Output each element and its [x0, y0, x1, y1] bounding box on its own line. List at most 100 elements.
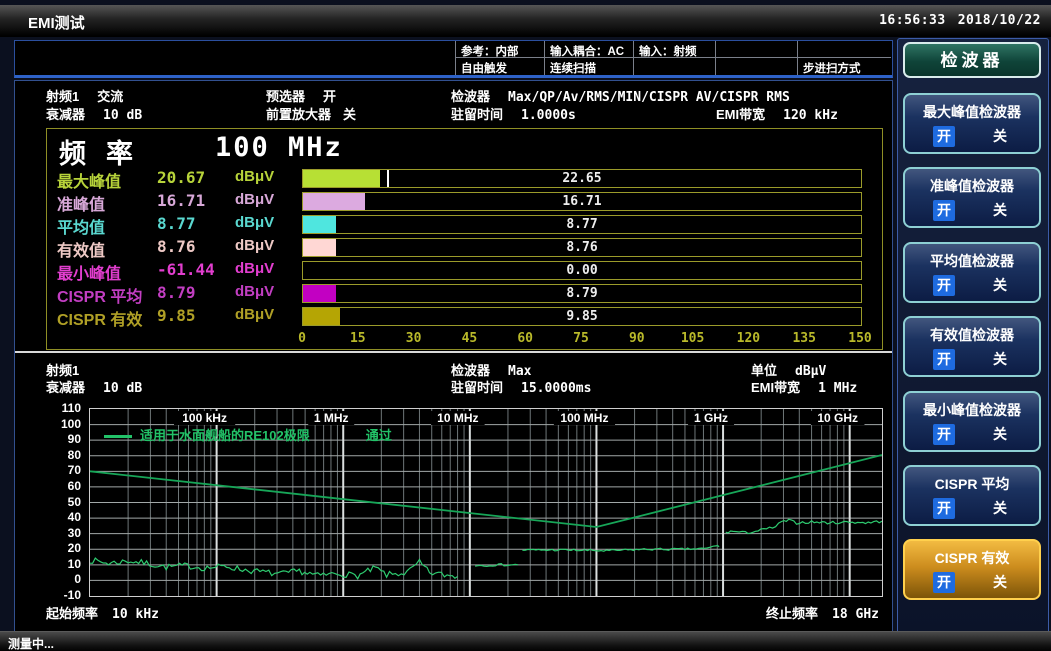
- toggle-off[interactable]: 关: [993, 498, 1007, 518]
- detector-row-label: 最大峰值: [57, 168, 121, 192]
- detector-row-label: 有效值: [57, 237, 105, 261]
- status-bar: 测量中...: [0, 631, 1051, 651]
- y-axis-tick: 80: [17, 448, 81, 462]
- detector-key-cispr-rms[interactable]: CISPR 有效开 关: [903, 539, 1041, 600]
- upper-emi-bw-param: EMI带宽120 kHz: [716, 104, 838, 123]
- detector-key-label: 准峰值检波器: [905, 176, 1039, 196]
- decade-label: 1 MHz: [314, 411, 349, 425]
- toggle-on[interactable]: 开: [933, 572, 955, 593]
- detector-row-label: 准峰值: [57, 191, 105, 215]
- y-axis-tick: 20: [17, 541, 81, 555]
- detector-key-average[interactable]: 平均值检波器开关: [903, 242, 1041, 303]
- y-axis-tick: 100: [17, 417, 81, 431]
- detector-row-value: 8.79: [157, 283, 196, 302]
- y-axis-tick: 10: [17, 557, 81, 571]
- limit-legend: 适用于水面舰船的RE102极限 通过: [104, 425, 392, 444]
- header-cell-1-0: 自由触发: [455, 58, 544, 75]
- detector-bar: 8.77: [302, 215, 862, 234]
- y-axis-tick: 0: [17, 572, 81, 586]
- toggle-off[interactable]: 关: [993, 200, 1007, 220]
- bar-axis-tick: 105: [673, 331, 713, 346]
- upper-rf-param: 射频1交流: [46, 86, 123, 105]
- detector-bar-text: 8.79: [303, 286, 861, 301]
- header-cell-0-1: 输入耦合：AC: [544, 41, 633, 58]
- detector-key-cispr-average[interactable]: CISPR 平均开关: [903, 465, 1041, 526]
- emi-test-screen: EMI测试 16:56:33 2018/10/22 参考：内部输入耦合：AC输入：…: [0, 0, 1051, 651]
- upper-detector-param: 检波器Max/QP/Av/RMS/MIN/CISPR AV/CISPR RMS: [451, 86, 790, 105]
- time: 16:56:33: [879, 13, 946, 28]
- toggle-off[interactable]: 关: [993, 275, 1007, 295]
- y-axis-tick: 50: [17, 495, 81, 509]
- detector-key-quasi-peak[interactable]: 准峰值检波器开 关: [903, 167, 1041, 228]
- toggle-on[interactable]: 开: [933, 424, 955, 445]
- y-axis-tick: -10: [17, 588, 81, 602]
- toggle-on[interactable]: 开: [933, 349, 955, 370]
- decade-label: 100 kHz: [182, 411, 227, 425]
- detector-bar-text: 22.65: [303, 171, 861, 186]
- detector-row-unit: dBμV: [235, 168, 274, 185]
- decade-label: 100 MHz: [560, 411, 608, 425]
- detector-key-rms[interactable]: 有效值检波器开关: [903, 316, 1041, 377]
- header-cell-1-1: 连续扫描: [544, 58, 633, 75]
- decade-label: 1 GHz: [694, 411, 728, 425]
- lower-dwell-param: 驻留时间15.0000ms: [451, 377, 591, 396]
- detector-key-label: 最小峰值检波器: [905, 400, 1039, 420]
- detector-bar: 22.65: [302, 169, 862, 188]
- y-axis-tick: 110: [17, 401, 81, 415]
- detector-row-value: -61.44: [157, 260, 215, 279]
- detector-bar-text: 16.71: [303, 194, 861, 209]
- toggle-on[interactable]: 开: [933, 126, 955, 147]
- toggle-off[interactable]: 关: [993, 572, 1007, 592]
- bar-axis-tick: 30: [394, 331, 434, 346]
- detector-key-min-peak[interactable]: 最小峰值检波器开 关: [903, 391, 1041, 452]
- toggle-off[interactable]: 关: [993, 424, 1007, 444]
- y-axis-tick: 60: [17, 479, 81, 493]
- bar-axis-tick: 15: [338, 331, 378, 346]
- detector-row-label: CISPR 有效: [57, 306, 142, 330]
- toggle-off[interactable]: 关: [993, 126, 1007, 146]
- limit-line: [90, 455, 882, 527]
- upper-preselector-param: 预选器开: [266, 86, 336, 105]
- toggle-on[interactable]: 开: [933, 200, 955, 221]
- y-axis-tick: 70: [17, 463, 81, 477]
- header-table: 参考：内部输入耦合：AC输入：射频自由触发连续扫描步进扫方式: [455, 41, 891, 75]
- limit-line-sample: [104, 435, 132, 438]
- date: 2018/10/22: [958, 13, 1041, 28]
- detector-row-unit: dBμV: [235, 237, 274, 254]
- detector-row-unit: dBμV: [235, 283, 274, 300]
- detector-key-label: CISPR 有效: [905, 548, 1039, 568]
- bar-axis-tick: 75: [561, 331, 601, 346]
- frequency-value: 100 MHz: [215, 132, 343, 163]
- bar-axis-tick: 90: [617, 331, 657, 346]
- detector-row-value: 9.85: [157, 306, 196, 325]
- status-text: 测量中...: [8, 635, 54, 651]
- measurement-box: 频率 100 MHz 最大峰值20.67dBμV22.65准峰值16.71dBμ…: [46, 128, 883, 350]
- detector-menu-button[interactable]: 检波器: [903, 42, 1041, 78]
- bar-axis-tick: 45: [449, 331, 489, 346]
- detector-key-max-peak[interactable]: 最大峰值检波器开关: [903, 93, 1041, 154]
- bar-axis-tick: 60: [505, 331, 545, 346]
- toggle-on[interactable]: 开: [933, 275, 955, 296]
- detector-row-value: 8.77: [157, 214, 196, 233]
- header-cell-0-4: [797, 41, 891, 58]
- lower-emi-bw-param: EMI带宽1 MHz: [751, 377, 857, 396]
- bar-axis-tick: 135: [784, 331, 824, 346]
- detector-row-value: 16.71: [157, 191, 205, 210]
- page-title: EMI测试: [28, 12, 85, 33]
- y-axis-tick: 40: [17, 510, 81, 524]
- decade-label: 10 MHz: [437, 411, 478, 425]
- upper-dwell-param: 驻留时间1.0000s: [451, 104, 576, 123]
- detector-row-unit: dBμV: [235, 214, 274, 231]
- toggle-off[interactable]: 关: [993, 349, 1007, 369]
- start-frequency: 起始频率10 kHz: [46, 603, 159, 622]
- detector-row-value: 8.76: [157, 237, 196, 256]
- detector-bar: 9.85: [302, 307, 862, 326]
- clock: 16:56:33 2018/10/22: [867, 13, 1041, 28]
- limit-line-name: 适用于水面舰船的RE102极限: [140, 428, 310, 443]
- pass-verdict: 通过: [366, 428, 392, 443]
- detector-bar-text: 0.00: [303, 263, 861, 278]
- bar-axis-tick: 120: [728, 331, 768, 346]
- detector-bar: 8.79: [302, 284, 862, 303]
- header-cell-0-3: [715, 41, 797, 58]
- toggle-on[interactable]: 开: [933, 498, 955, 519]
